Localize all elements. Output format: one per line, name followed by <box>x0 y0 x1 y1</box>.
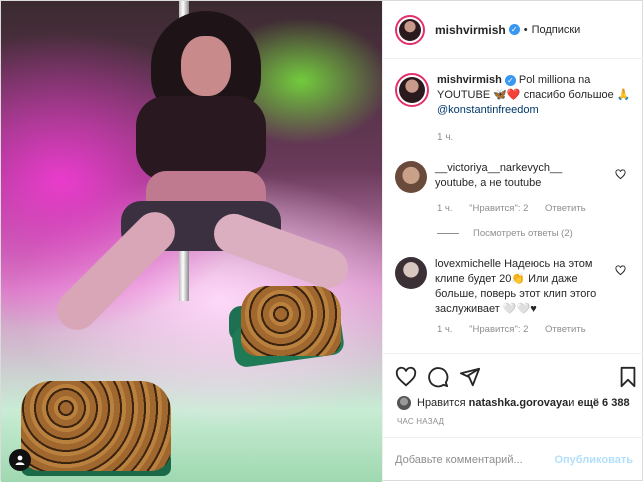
author-avatar[interactable] <box>395 14 425 45</box>
boot-shape <box>21 381 171 471</box>
reply-button[interactable]: Ответить <box>545 203 586 214</box>
comment-body: __victoriya__narkevych__ youtube, а не t… <box>435 161 615 193</box>
comment-username[interactable]: lovexmichelle <box>435 258 501 270</box>
view-replies-button[interactable]: Посмотреть ответы (2) <box>437 228 573 239</box>
caption-text-after: спасибо большое 🙏 <box>520 89 631 101</box>
caption-time[interactable]: 1 ч. <box>437 132 453 143</box>
replies-divider <box>437 233 459 234</box>
comment-item: __victoriya__narkevych__ youtube, а не t… <box>395 161 635 193</box>
comment-meta: 1 ч. "Нравится": 2 Ответить <box>437 203 600 214</box>
boot-shape <box>241 286 341 356</box>
post-actions: Нравится natashka.gorovaya и ещё 6 388 Ч… <box>383 353 643 441</box>
comment-username[interactable]: __victoriya__narkevych__ <box>435 162 562 174</box>
likes-prefix: Нравится <box>417 397 466 409</box>
caption-avatar[interactable] <box>395 73 429 107</box>
verified-icon: ✓ <box>504 75 516 86</box>
following-button[interactable]: Подписки <box>532 24 581 36</box>
post-side-panel: mishvirmish ✓ • Подписки mishvirmish ✓ Po… <box>382 1 643 482</box>
comment-icon[interactable] <box>427 366 449 388</box>
figure-leg-shape <box>48 203 184 339</box>
comment-meta: 1 ч. "Нравится": 2 Ответить <box>437 324 600 335</box>
reply-button[interactable]: Ответить <box>545 324 586 335</box>
comment-likes[interactable]: "Нравится": 2 <box>469 203 528 214</box>
comment-input[interactable] <box>395 454 555 466</box>
likes-summary: Нравится natashka.gorovaya и ещё 6 388 <box>397 396 630 410</box>
user-tag-icon <box>15 455 25 465</box>
comment-avatar[interactable] <box>395 257 427 289</box>
comment-text: youtube, а не toutube <box>435 177 542 189</box>
likes-count[interactable]: ещё 6 388 <box>577 397 629 409</box>
comment-time[interactable]: 1 ч. <box>437 203 453 214</box>
publish-button[interactable]: Опубликовать <box>554 454 633 466</box>
post-time[interactable]: ЧАС НАЗАД <box>397 417 444 426</box>
separator-dot: • <box>523 23 528 36</box>
caption-text: mishvirmish ✓ Pol milliona na YOUTUBE 🦋❤️… <box>437 73 635 118</box>
user-tag-button[interactable] <box>9 449 31 471</box>
caption-mention[interactable]: @konstantinfreedom <box>437 104 539 116</box>
figure-top-shape <box>136 96 266 181</box>
heart-icon[interactable] <box>395 366 417 388</box>
comment-likes[interactable]: "Нравится": 2 <box>469 324 528 335</box>
comment-time[interactable]: 1 ч. <box>437 324 453 335</box>
comment-like-icon[interactable] <box>615 265 626 276</box>
comment-body: lovexmichelle Надеюсь на этом клипе буде… <box>435 257 615 317</box>
post-header: mishvirmish ✓ • Подписки <box>383 1 643 59</box>
view-replies-label: Посмотреть ответы (2) <box>473 228 573 239</box>
figure-leg-shape <box>208 208 354 294</box>
comment-item: lovexmichelle Надеюсь на этом клипе буде… <box>395 257 635 317</box>
share-icon[interactable] <box>459 366 481 388</box>
liker-avatar[interactable] <box>397 396 411 410</box>
caption-username[interactable]: mishvirmish <box>437 74 502 86</box>
comment-like-icon[interactable] <box>615 169 626 180</box>
bookmark-icon[interactable] <box>617 366 639 388</box>
liker-username[interactable]: natashka.gorovaya <box>469 397 569 409</box>
author-username[interactable]: mishvirmish <box>435 23 506 37</box>
likes-middle: и <box>568 397 575 409</box>
add-comment-bar: Опубликовать <box>383 437 643 482</box>
verified-icon: ✓ <box>508 24 520 35</box>
comment-avatar[interactable] <box>395 161 427 193</box>
figure-face-shape <box>181 36 231 96</box>
post-caption: mishvirmish ✓ Pol milliona na YOUTUBE 🦋❤️… <box>395 73 635 118</box>
caption-emoji: 🦋❤️ <box>493 89 521 101</box>
post-photo[interactable] <box>1 1 382 482</box>
instagram-post: mishvirmish ✓ • Подписки mishvirmish ✓ Po… <box>0 0 643 482</box>
